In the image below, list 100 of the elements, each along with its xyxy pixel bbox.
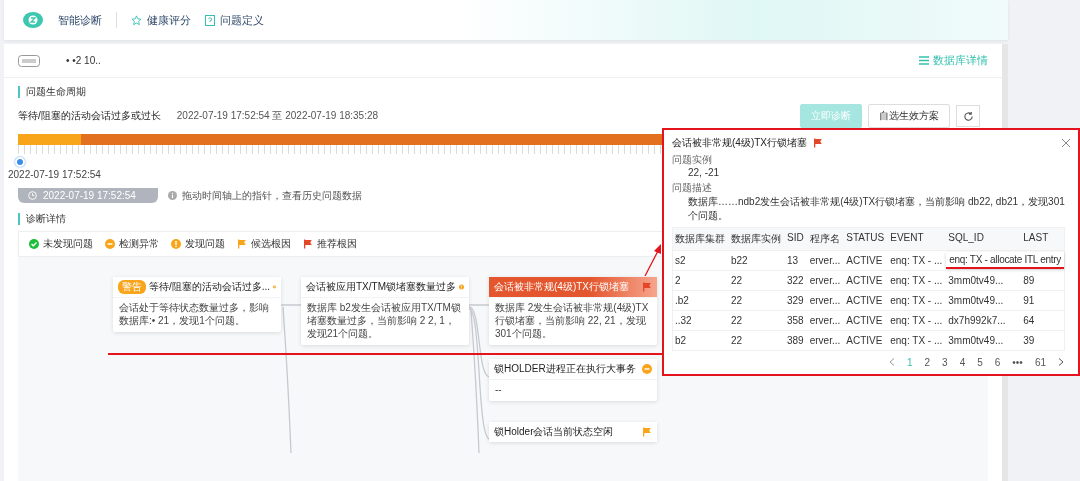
page-button[interactable]: 2: [924, 357, 931, 368]
page-button[interactable]: 4: [959, 357, 966, 368]
table-cell: enq: TX - ...: [888, 310, 947, 330]
chevron-right-icon: [1058, 358, 1064, 366]
document-icon: [205, 14, 215, 26]
diagnosis-node[interactable]: 锁HOLDER进程正在执行大事务 --: [489, 359, 657, 401]
column-header: 数据库实例: [729, 228, 785, 250]
table-cell: 2: [673, 270, 729, 290]
check-circle-icon: [29, 239, 39, 249]
node-title: 会话被应用TX/TM锁堵塞数量过多: [306, 280, 456, 294]
column-header: 程序名: [807, 228, 845, 250]
node-title: 锁HOLDER进程正在执行大事务: [494, 362, 637, 376]
timeline-pointer[interactable]: [15, 157, 25, 167]
flag-icon: [303, 239, 313, 249]
close-button[interactable]: [1060, 136, 1072, 148]
legend-item: 检测异常: [105, 237, 159, 251]
refresh-icon: [962, 110, 974, 122]
star-icon: [131, 14, 142, 26]
table-cell: b2: [673, 330, 729, 350]
table-cell: erver...: [807, 330, 845, 350]
table-cell: 3mm0tv49...: [946, 330, 1022, 350]
legend-item: 未发现问题: [29, 237, 93, 251]
table-cell: ACTIVE: [844, 270, 889, 290]
table-cell: 89: [1021, 270, 1064, 290]
nav-link[interactable]: 问题定义: [205, 12, 264, 28]
column-header: LAST: [1021, 228, 1064, 250]
flag-icon: [237, 239, 247, 249]
table-cell: 22: [729, 290, 785, 310]
column-header: STATUS: [844, 228, 889, 250]
table-cell: erver...: [807, 270, 845, 290]
flag-icon: [813, 138, 823, 148]
flag-icon: [642, 427, 652, 437]
field-value: 22, -21: [687, 167, 721, 178]
field-label: 问题实例: [672, 153, 713, 167]
table-cell: 322: [785, 270, 808, 290]
node-description: 数据库 b2发生会话被应用TX/TM锁堵塞数量过多，当前影响 2 2, 1，发现21个问题。: [301, 297, 469, 345]
table-cell: ..32: [673, 310, 729, 330]
page-button[interactable]: 6: [994, 357, 1001, 368]
pointer-time: 2022-07-19 17:52:54: [8, 169, 101, 180]
node-title: 会话被非常规(4级)TX行锁堵塞: [494, 280, 630, 294]
table-cell: 3mm0tv49...: [946, 270, 1022, 290]
hint-text: 拖动时间轴上的指针，查看历史问题数据: [182, 188, 362, 203]
legend-item: 发现问题: [171, 237, 225, 251]
node-title: 锁Holder会话当前状态空闲: [494, 425, 615, 439]
table-cell: ACTIVE: [844, 250, 889, 270]
diagnosis-node[interactable]: 警告 等待/阻塞的活动会话过多... 会话处于等待状态数量过多，影响数据库:• 21，发现1个问题。: [113, 277, 281, 332]
table-cell: 22: [729, 310, 785, 330]
flag-icon: [642, 282, 652, 292]
column-header: 数据库集群: [673, 228, 729, 250]
page-button[interactable]: 5: [977, 357, 983, 368]
table-cell: dx7h992k7...: [946, 310, 1022, 330]
diagnosis-node[interactable]: 会话被非常规(4级)TX行锁堵塞 数据库 2发生会话被非常规(4级)TX行锁堵塞，当前影响 22, 21，发现301个问题。: [489, 277, 657, 345]
previous-page-button[interactable]: [889, 357, 895, 368]
solution-button[interactable]: 自选生效方案: [868, 104, 950, 128]
table-cell: enq: TX - ...: [888, 290, 947, 310]
column-header: SID: [785, 228, 808, 250]
table-cell: 91: [1021, 290, 1064, 310]
page-button[interactable]: 3: [942, 357, 948, 368]
problem-name: 等待/阻塞的活动会话过多或过长: [18, 109, 161, 123]
diagnosis-node[interactable]: 锁Holder会话当前状态空闲: [489, 422, 657, 442]
warning-tag: 警告: [118, 280, 146, 294]
table-cell: 358: [785, 310, 808, 330]
node-title: 等待/阻塞的活动会话过多...: [149, 280, 271, 294]
diagnosis-node[interactable]: 会话被应用TX/TM锁堵塞数量过多 数据库 b2发生会话被应用TX/TM锁堵塞数量过多，当前影响 2 2, 1，发现21个问题。: [301, 277, 469, 345]
logo-icon: [22, 11, 44, 29]
database-badge-icon: [18, 54, 40, 67]
info-icon: [168, 191, 177, 200]
minus-circle-icon: [105, 239, 115, 249]
section-title: 问题生命周期: [18, 86, 988, 98]
table-cell: erver...: [807, 290, 845, 310]
table-cell: erver...: [807, 250, 845, 270]
chip-time: 2022-07-19 17:52:54: [43, 190, 136, 201]
tooltip: enq: TX - allocate ITL entry: [946, 252, 1064, 269]
exclamation-circle-icon: [171, 239, 181, 249]
legend-item: 候选根因: [237, 237, 291, 251]
table-cell: b22: [729, 250, 785, 270]
exclamation-circle-icon: [459, 282, 464, 292]
next-page-button[interactable]: [1058, 357, 1064, 368]
instance-name: • •2 10..: [66, 55, 102, 66]
field-label: 问题描述: [672, 181, 713, 195]
app-title: 智能诊断: [58, 12, 102, 28]
table-cell: s2: [673, 250, 729, 270]
node-description: 会话处于等待状态数量过多，影响数据库:• 21，发现1个问题。: [113, 297, 281, 332]
table-cell: ACTIVE: [844, 330, 889, 350]
page-button[interactable]: •••: [1012, 357, 1023, 368]
table-cell: 39: [1021, 330, 1064, 350]
table-cell: 329: [785, 290, 808, 310]
table-cell: .b2: [673, 290, 729, 310]
time-range: 2022-07-19 17:52:54 至 2022-07-19 18:35:28: [176, 109, 379, 123]
table-cell: enq: TX - ...: [888, 330, 947, 350]
refresh-button[interactable]: [956, 105, 980, 127]
page-button[interactable]: 61: [1034, 357, 1046, 368]
table-cell: enq: TX - ...: [888, 270, 947, 290]
nav-link[interactable]: 健康评分: [131, 12, 191, 28]
table-cell: 64: [1021, 310, 1064, 330]
column-header: SQL_ID: [946, 228, 1022, 250]
clock-icon: [28, 191, 37, 200]
close-icon: [1061, 138, 1071, 148]
table-cell: 22: [729, 330, 785, 350]
table-cell: ACTIVE: [844, 310, 889, 330]
